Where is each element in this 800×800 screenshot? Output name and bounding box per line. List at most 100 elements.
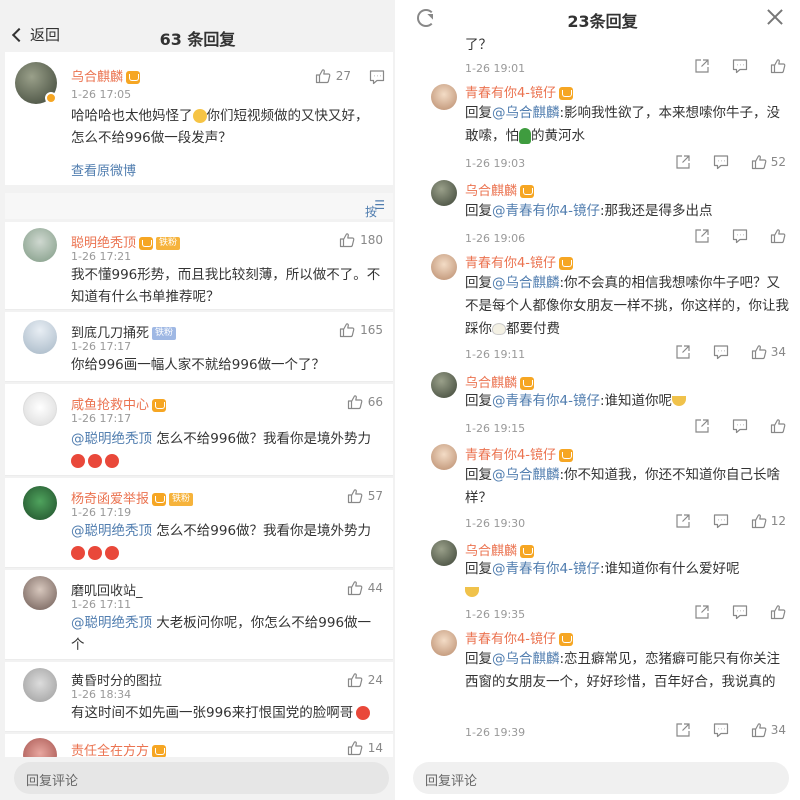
share-icon[interactable] [694, 228, 710, 244]
avatar[interactable] [431, 372, 457, 398]
mention-link[interactable]: @聪明绝秃顶 [71, 615, 152, 631]
comment-icon[interactable] [732, 418, 748, 434]
thumbs-up-icon[interactable] [770, 604, 786, 620]
share-icon[interactable] [694, 604, 710, 620]
user-name[interactable]: 到底几刀捅死 铁粉 [71, 322, 177, 341]
thumbs-up-icon[interactable] [770, 418, 786, 434]
action-row [672, 58, 786, 74]
mention-link[interactable]: @青春有你4-镜仔 [492, 561, 600, 577]
mention-link[interactable]: @聪明绝秃顶 [71, 523, 152, 539]
list-item: 青春有你4-镜仔 回复@乌合麒麟:恋丑癖常见，恋猪癖可能只有你关注西窗的女朋友一… [405, 628, 800, 746]
reply-text: 回复@乌合麒麟:影响我性欲了，本来想嗦你牛子，没敢嗦，怕 的黄河水 [465, 105, 781, 144]
user-name[interactable]: 青春有你4-镜仔 [465, 628, 573, 647]
thumbs-up-icon[interactable] [751, 722, 767, 738]
thumbs-up-icon[interactable] [751, 154, 767, 170]
avatar[interactable] [23, 668, 57, 702]
like-button[interactable]: 57 [347, 488, 383, 504]
user-name[interactable]: 青春有你4-镜仔 [465, 82, 573, 101]
timestamp: 1-26 17:11 [71, 598, 132, 611]
comment-icon[interactable] [713, 722, 729, 738]
user-name[interactable]: 乌合麒麟 [465, 372, 535, 391]
comment-icon[interactable] [713, 154, 729, 170]
reply-text: 回复@乌合麒麟:恋丑癖常见，恋猪癖可能只有你关注西窗的女朋友一个，好好珍惜，百年… [465, 651, 781, 690]
user-name[interactable]: 乌合麒麟 [71, 66, 141, 85]
share-icon[interactable] [694, 418, 710, 434]
user-name[interactable]: 青春有你4-镜仔 [465, 252, 573, 271]
thumbs-up-icon[interactable] [770, 228, 786, 244]
list-item: 乌合麒麟 回复@青春有你4-镜仔:谁知道你有什么爱好呢 1-26 19:35 [405, 538, 800, 626]
page-title: 23条回复 [567, 12, 638, 31]
reply-text: 回复@青春有你4-镜仔:谁知道你有什么爱好呢 [465, 558, 790, 604]
avatar[interactable] [23, 320, 57, 354]
user-name[interactable]: 黄昏时分的图拉 [71, 670, 162, 689]
share-icon[interactable] [675, 722, 691, 738]
user-name[interactable]: 聪明绝秃顶 铁粉 [71, 232, 181, 251]
avatar[interactable] [23, 576, 57, 610]
reply-text: 回复@乌合麒麟:你不知道我，你还不知道你自己长啥样？ [465, 467, 781, 506]
thumbs-up-icon[interactable] [770, 58, 786, 74]
comment-icon[interactable] [369, 69, 385, 85]
share-icon[interactable] [675, 154, 691, 170]
avatar[interactable] [431, 254, 457, 280]
comment-icon[interactable] [713, 513, 729, 529]
comment-icon[interactable] [732, 58, 748, 74]
view-original-link[interactable]: 查看原微博 [71, 160, 136, 179]
like-button[interactable]: 44 [347, 580, 383, 596]
mention-link[interactable]: @乌合麒麟 [492, 467, 560, 483]
sort-bar: ☰ 按热度 [5, 193, 393, 253]
sort-by-hot-button[interactable]: ☰ 按热度 [365, 198, 385, 253]
avatar[interactable] [431, 444, 457, 470]
mention-link[interactable]: @乌合麒麟 [492, 651, 560, 667]
like-button[interactable]: 180 [339, 232, 383, 248]
user-name[interactable]: 咸鱼抢救中心 [71, 394, 167, 413]
avatar[interactable] [431, 180, 457, 206]
avatar[interactable] [431, 84, 457, 110]
angry-emoji-icon [71, 546, 85, 560]
reply-text: 回复@青春有你4-镜仔:那我还是得多出点 [465, 203, 713, 219]
mention-link[interactable]: @乌合麒麟 [492, 105, 560, 121]
mention-link[interactable]: @青春有你4-镜仔 [492, 203, 600, 219]
avatar[interactable] [23, 228, 57, 262]
comment-icon[interactable] [732, 604, 748, 620]
like-button[interactable]: 14 [347, 740, 383, 756]
mention-link[interactable]: @青春有你4-镜仔 [492, 393, 600, 409]
reply-text: @聪明绝秃顶 怎么不给996做？我看你是境外势力 [71, 428, 383, 472]
verified-badge-icon [45, 92, 57, 104]
like-button[interactable]: 165 [339, 322, 383, 338]
avatar[interactable] [431, 540, 457, 566]
user-name[interactable]: 磨叽回收站_ [71, 580, 143, 599]
avatar[interactable] [23, 392, 57, 426]
like-button[interactable]: 27 [315, 68, 351, 84]
avatar[interactable] [431, 630, 457, 656]
close-icon[interactable] [766, 8, 784, 26]
thumbs-up-icon[interactable] [751, 344, 767, 360]
mention-link[interactable]: @乌合麒麟 [492, 275, 560, 291]
timestamp: 1-26 18:34 [71, 688, 132, 701]
share-icon[interactable] [694, 58, 710, 74]
share-icon[interactable] [675, 513, 691, 529]
comment-icon[interactable] [732, 228, 748, 244]
thumbs-up-icon[interactable] [751, 513, 767, 529]
angry-emoji-icon [356, 706, 371, 720]
crown-icon [520, 377, 535, 390]
user-name[interactable]: 乌合麒麟 [465, 180, 535, 199]
avatar[interactable] [23, 486, 57, 520]
list-item: 聪明绝秃顶 铁粉 1-26 17:21 180 我不懂996形势，而且我比较刻薄，… [5, 222, 393, 310]
eating-emoji-icon [672, 396, 687, 406]
user-name[interactable]: 杨奇函爱举报 铁粉 [71, 488, 194, 507]
like-button[interactable]: 66 [347, 394, 383, 410]
reply-text: 有这时间不如先画一张996来打恨国党的脸啊哥 [71, 702, 391, 724]
like-button[interactable]: 24 [347, 672, 383, 688]
reply-input[interactable]: 回复评论 [413, 762, 789, 794]
list-item: 青春有你4-镜仔 回复@乌合麒麟:影响我性欲了，本来想嗦你牛子，没敢嗦，怕 的黄河… [405, 82, 800, 176]
fan-tag: 铁粉 [169, 493, 194, 506]
user-name[interactable]: 青春有你4-镜仔 [465, 444, 573, 463]
reply-input[interactable]: 回复评论 [14, 762, 389, 794]
comment-icon[interactable] [713, 344, 729, 360]
angry-emoji-icon [88, 546, 102, 560]
user-name[interactable]: 乌合麒麟 [465, 540, 535, 559]
share-icon[interactable] [675, 344, 691, 360]
timestamp: 1-26 19:06 [465, 232, 526, 245]
thumbs-up-icon [315, 68, 331, 84]
mention-link[interactable]: @聪明绝秃顶 [71, 431, 152, 447]
